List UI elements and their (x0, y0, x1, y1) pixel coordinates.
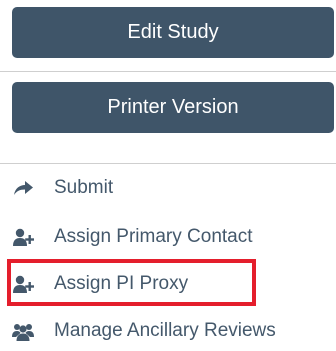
submit-action[interactable]: Submit (0, 168, 336, 208)
edit-study-button[interactable]: Edit Study (12, 7, 334, 58)
manage-ancillary-reviews-label: Manage Ancillary Reviews (54, 320, 276, 341)
user-plus-icon (13, 228, 34, 246)
user-plus-icon (13, 275, 34, 293)
divider (0, 71, 336, 72)
assign-pi-proxy-action[interactable]: Assign PI Proxy (0, 264, 336, 304)
divider (0, 163, 336, 164)
assign-primary-contact-label: Assign Primary Contact (54, 226, 253, 247)
assign-primary-contact-action[interactable]: Assign Primary Contact (0, 217, 336, 257)
submit-action-label: Submit (54, 177, 114, 198)
edit-study-button-label: Edit Study (127, 21, 219, 43)
users-group-icon (12, 324, 34, 341)
assign-pi-proxy-label: Assign PI Proxy (54, 273, 189, 294)
printer-version-button-label: Printer Version (107, 96, 239, 118)
manage-ancillary-reviews-action[interactable]: Manage Ancillary Reviews (0, 311, 336, 351)
share-arrow-icon (14, 181, 33, 195)
printer-version-button[interactable]: Printer Version (12, 82, 334, 133)
study-actions-panel: Edit Study Printer Version Submit Assign… (0, 0, 336, 351)
